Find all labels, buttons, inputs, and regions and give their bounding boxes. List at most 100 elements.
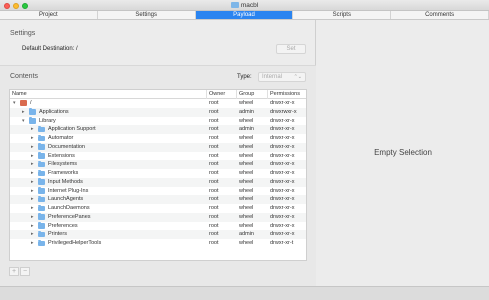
cell-permissions: drwxr-xr-x bbox=[270, 170, 295, 176]
cell-name: LaunchDaemons bbox=[48, 205, 90, 211]
table-row[interactable]: ▸ LaunchDaemons root wheel drwxr-xr-x bbox=[10, 204, 306, 213]
table-row[interactable]: ▸ Documentation root wheel drwxr-xr-x bbox=[10, 142, 306, 152]
disclosure-collapsed-icon[interactable]: ▸ bbox=[31, 179, 34, 185]
column-header-name[interactable]: Name bbox=[12, 91, 27, 97]
cell-group: wheel bbox=[239, 117, 254, 124]
cell-owner: root bbox=[209, 222, 219, 229]
cell-name: Input Methods bbox=[48, 178, 83, 185]
set-destination-button[interactable]: Set bbox=[276, 44, 306, 54]
table-row[interactable]: ▾ Library root wheel drwxr-xr-x bbox=[10, 117, 306, 126]
settings-heading: Settings bbox=[10, 30, 36, 37]
cell-owner: root bbox=[209, 178, 219, 185]
disclosure-collapsed-icon[interactable]: ▸ bbox=[31, 126, 34, 132]
disclosure-collapsed-icon[interactable]: ▸ bbox=[31, 135, 34, 141]
table-row[interactable]: ▸ Preferences root wheel drwxr-xr-x bbox=[10, 222, 306, 231]
cell-permissions: drwxr-xr-x bbox=[270, 135, 295, 141]
cell-group: wheel bbox=[239, 240, 254, 246]
cell-owner: root bbox=[209, 152, 219, 159]
table-row[interactable]: ▾ / root wheel drwxr-xr-x bbox=[10, 99, 306, 108]
folder-icon bbox=[38, 213, 45, 220]
disclosure-collapsed-icon[interactable]: ▸ bbox=[31, 144, 34, 150]
cell-owner: root bbox=[209, 231, 219, 238]
table-row[interactable]: ▸ Applications root admin drwxrwxr-x bbox=[10, 107, 306, 117]
type-select[interactable]: Internal ⌃⌄ bbox=[258, 72, 306, 82]
type-select-value: Internal bbox=[262, 74, 283, 80]
table-row[interactable]: ▸ Filesystems root wheel drwxr-xr-x bbox=[10, 160, 306, 169]
disclosure-collapsed-icon[interactable]: ▸ bbox=[31, 153, 34, 159]
folder-icon bbox=[38, 143, 45, 150]
cell-permissions: drwxr-xr-x bbox=[270, 152, 295, 159]
disclosure-collapsed-icon[interactable]: ▸ bbox=[31, 170, 34, 176]
cell-permissions: drwxr-xr-x bbox=[270, 117, 295, 124]
disclosure-expanded-icon[interactable]: ▾ bbox=[13, 100, 16, 106]
disclosure-collapsed-icon[interactable]: ▸ bbox=[31, 205, 34, 211]
folder-icon bbox=[38, 160, 45, 168]
cell-permissions: drwxr-xr-x bbox=[270, 205, 295, 211]
tab-project[interactable]: Project bbox=[0, 11, 98, 19]
cell-name: / bbox=[30, 100, 32, 106]
table-row[interactable]: ▸ Frameworks root wheel drwxr-xr-x bbox=[10, 169, 306, 178]
cell-permissions: drwxr-xr-x bbox=[270, 100, 295, 106]
disclosure-collapsed-icon[interactable]: ▸ bbox=[22, 109, 25, 115]
payload-table[interactable]: Name Owner Group Permissions ▾ / root wheel… bbox=[9, 89, 307, 261]
table-row[interactable]: ▸ LaunchAgents root wheel drwxr-xr-x bbox=[10, 195, 306, 204]
cell-name: Applications bbox=[39, 108, 69, 115]
column-divider[interactable] bbox=[206, 90, 207, 99]
cell-owner: root bbox=[209, 213, 219, 220]
column-header-owner[interactable]: Owner bbox=[209, 91, 225, 97]
table-row[interactable]: ▸ Internet Plug-Ins root wheel drwxr-xr-x bbox=[10, 187, 306, 196]
cell-owner: root bbox=[209, 143, 219, 150]
disclosure-collapsed-icon[interactable]: ▸ bbox=[31, 240, 34, 246]
add-item-button[interactable]: + bbox=[9, 267, 19, 276]
cell-permissions: drwxr-xr-x bbox=[270, 222, 295, 229]
column-divider[interactable] bbox=[267, 90, 268, 99]
default-destination-label: Default Destination: bbox=[22, 46, 75, 52]
cell-permissions: drwxr-xr-x bbox=[270, 143, 295, 150]
tab-payload[interactable]: Payload bbox=[195, 11, 294, 19]
cell-group: wheel bbox=[239, 135, 254, 141]
table-row[interactable]: ▸ PrivilegedHelperTools root wheel drwxr-xr-… bbox=[10, 239, 306, 248]
table-row[interactable]: ▸ Extensions root wheel drwxr-xr-x bbox=[10, 152, 306, 161]
cell-group: wheel bbox=[239, 100, 254, 106]
cell-group: wheel bbox=[239, 178, 254, 185]
cell-group: wheel bbox=[239, 170, 254, 176]
tab-scripts[interactable]: Scripts bbox=[293, 11, 392, 19]
table-row[interactable]: ▸ PreferencePanes root wheel drwxr-xr-x bbox=[10, 212, 306, 222]
cell-owner: root bbox=[209, 135, 219, 141]
disclosure-expanded-icon[interactable]: ▾ bbox=[22, 118, 25, 124]
tab-settings[interactable]: Settings bbox=[98, 11, 196, 19]
cell-permissions: drwxr-xr-t bbox=[270, 240, 294, 246]
cell-permissions: drwxr-xr-x bbox=[270, 187, 295, 194]
cell-name: Internet Plug-Ins bbox=[48, 187, 89, 194]
cell-group: admin bbox=[239, 126, 254, 133]
cell-name: Library bbox=[39, 117, 56, 124]
column-header-permissions[interactable]: Permissions bbox=[270, 91, 300, 97]
column-header-group[interactable]: Group bbox=[239, 91, 254, 97]
folder-icon bbox=[38, 169, 45, 176]
cell-name: Application Support bbox=[48, 126, 96, 133]
cell-permissions: drwxr-xr-x bbox=[270, 213, 295, 220]
disclosure-collapsed-icon[interactable]: ▸ bbox=[31, 231, 34, 237]
table-row[interactable]: ▸ Printers root admin drwxr-xr-x bbox=[10, 230, 306, 239]
folder-icon bbox=[38, 195, 45, 203]
folder-icon bbox=[230, 2, 239, 8]
table-row[interactable]: ▸ Application Support root admin drwxr-xr-x bbox=[10, 125, 306, 134]
disclosure-collapsed-icon[interactable]: ▸ bbox=[31, 196, 34, 202]
tab-bar: Project Settings Payload Scripts Comment… bbox=[0, 11, 489, 20]
disclosure-collapsed-icon[interactable]: ▸ bbox=[31, 161, 34, 167]
column-divider[interactable] bbox=[236, 90, 237, 99]
table-row[interactable]: ▸ Input Methods root wheel drwxr-xr-x bbox=[10, 177, 306, 187]
disclosure-collapsed-icon[interactable]: ▸ bbox=[31, 223, 34, 229]
cell-name: PrivilegedHelperTools bbox=[48, 240, 102, 246]
table-row[interactable]: ▸ Automator root wheel drwxr-xr-x bbox=[10, 134, 306, 143]
folder-icon bbox=[38, 230, 45, 238]
cell-owner: root bbox=[209, 161, 219, 168]
table-body: ▾ / root wheel drwxr-xr-x ▸ Applications root ad… bbox=[10, 99, 306, 248]
disclosure-collapsed-icon[interactable]: ▸ bbox=[31, 188, 34, 194]
updown-chevron-icon: ⌃⌄ bbox=[293, 74, 302, 80]
remove-item-button[interactable]: − bbox=[20, 267, 30, 276]
disclosure-collapsed-icon[interactable]: ▸ bbox=[31, 214, 34, 220]
cell-name: LaunchAgents bbox=[48, 196, 84, 203]
folder-icon bbox=[38, 178, 45, 185]
tab-comments[interactable]: Comments bbox=[391, 11, 489, 19]
